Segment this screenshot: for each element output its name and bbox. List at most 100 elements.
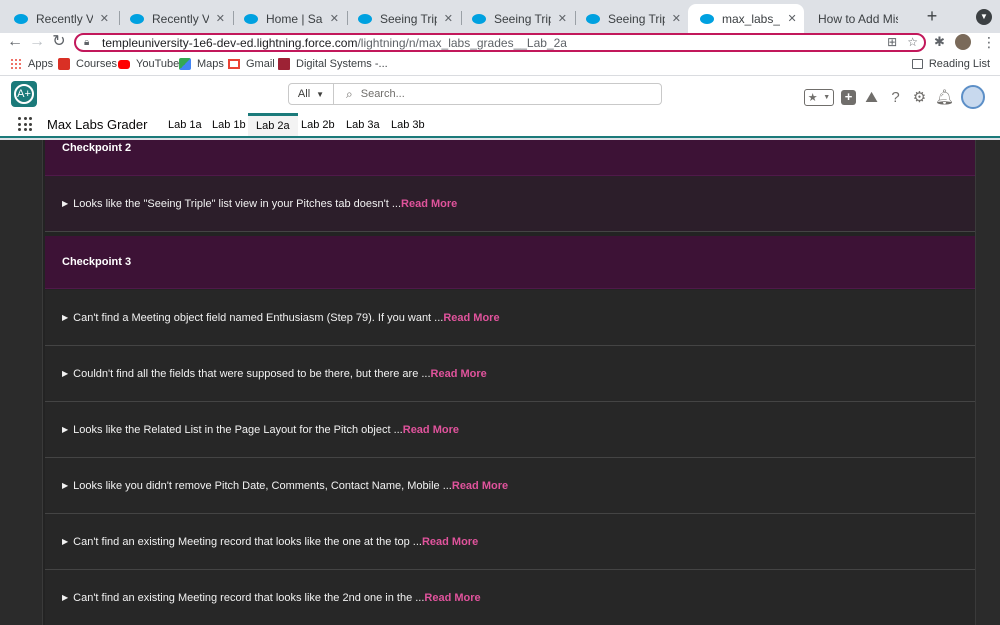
reading-list-button[interactable]: Reading List [911,58,990,70]
feedback-item[interactable]: ▶ Can't find an existing Meeting record … [45,514,975,570]
feedback-item[interactable]: ▶ Couldn't find all the fields that were… [45,346,975,402]
browser-tab[interactable]: Recently Viewed ✕ [2,4,116,33]
feedback-text: Can't find an existing Meeting record th… [73,591,425,604]
browser-tab[interactable]: Seeing Triple | Pit ✕ [346,4,460,33]
star-icon: ★ [807,91,818,104]
close-icon[interactable]: ✕ [443,12,454,25]
search-scope-label: All [297,88,311,100]
expand-triangle-icon[interactable]: ▶ [62,537,68,546]
url-host: templeuniversity-1e6-dev-ed.lightning.fo… [102,35,358,50]
close-icon[interactable]: ✕ [329,12,340,25]
feedback-text: Can't find an existing Meeting record th… [73,535,422,548]
favorites-button[interactable]: ★ ▼ [804,88,834,106]
expand-triangle-icon[interactable]: ▶ [62,481,68,490]
tab-lab-1a[interactable]: Lab 1a [160,113,210,136]
close-icon[interactable]: ✕ [786,12,798,25]
browser-tab-title: Seeing Triple | Pit [608,11,665,26]
feedback-item[interactable]: ▶ Can't find a Meeting object field name… [45,290,975,346]
read-more-link[interactable]: Read More [431,368,487,380]
back-arrow-icon[interactable]: ← [6,33,24,51]
bookmark-maps[interactable]: Maps [179,58,224,70]
browser-tab[interactable]: Seeing Triple | Pit ✕ [460,4,574,33]
bookmark-apps[interactable]: Apps [10,58,53,70]
bookmark-digital-systems[interactable]: Digital Systems -... [278,58,388,70]
forward-arrow-icon[interactable]: → [28,33,46,51]
read-more-link[interactable]: Read More [452,480,508,492]
maps-pin-icon [179,58,191,70]
expand-triangle-icon[interactable]: ▶ [62,593,68,602]
browser-tab[interactable]: Seeing Triple | Pit ✕ [574,4,688,33]
search-scope-dropdown[interactable]: All ▼ [289,84,334,104]
bookmark-label: Gmail [246,58,275,70]
browser-tab-strip: Recently Viewed ✕ Recently Viewed ✕ Home… [0,0,1000,33]
bookmark-label: Digital Systems -... [296,58,388,70]
bookmark-label: Apps [28,58,54,70]
expand-triangle-icon[interactable]: ▶ [62,313,68,322]
bookmark-courses[interactable]: Courses [58,58,117,70]
bookmark-gmail[interactable]: Gmail [228,58,275,70]
feedback-item[interactable]: ▶ Looks like the Related List in the Pag… [45,402,975,458]
tab-search-icon[interactable]: ▼ [976,9,992,25]
expand-triangle-icon[interactable]: ▶ [62,199,68,208]
read-more-link[interactable]: Read More [403,424,459,436]
feedback-item[interactable]: ▶ Looks like you didn't remove Pitch Dat… [45,458,975,514]
reload-icon[interactable]: ↻ [50,33,68,51]
browser-toolbar: ← → ↻ 🔒︎ templeuniversity-1e6-dev-ed.lig… [0,33,1000,55]
search-input[interactable]: Search... [361,88,405,100]
read-more-link[interactable]: Read More [424,592,480,604]
browser-tab-title: Recently Viewed [36,11,93,26]
apps-grid-icon [10,58,22,70]
gear-icon[interactable]: ⚙ [911,89,928,106]
browser-menu-icon[interactable]: ⋮ [982,34,996,51]
browser-tab[interactable]: Recently Viewed ✕ [118,4,232,33]
browser-tab-title: How to Add Missi [818,11,898,26]
new-tab-button[interactable]: + [922,6,942,26]
close-icon[interactable]: ✕ [671,12,682,25]
bookmark-youtube[interactable]: YouTube [118,58,179,70]
app-name: Max Labs Grader [47,117,148,132]
user-avatar[interactable] [961,85,985,109]
salesforce-cloud-icon [358,13,372,24]
close-icon[interactable]: ✕ [99,12,110,25]
extensions-puzzle-icon[interactable]: ✱ [934,34,945,50]
feedback-text: Can't find a Meeting object field named … [73,311,444,324]
tab-lab-3b[interactable]: Lab 3b [383,113,433,136]
browser-tab-title: Seeing Triple | Pit [380,11,437,26]
address-bar[interactable]: 🔒︎ templeuniversity-1e6-dev-ed.lightning… [74,33,926,52]
tab-lab-2b[interactable]: Lab 2b [293,113,343,136]
lock-icon[interactable]: 🔒︎ [84,37,94,48]
grades-panel: Checkpoint 2 ▶ Looks like the "Seeing Tr… [42,140,976,625]
search-icon: ⌕ [346,86,353,101]
qr-code-icon[interactable]: ⊞ [887,35,897,49]
tab-lab-3a[interactable]: Lab 3a [338,113,388,136]
global-actions-button[interactable]: + [841,89,856,105]
bookmark-star-icon[interactable]: ☆ [907,35,918,49]
org-logo[interactable]: A+ [11,81,37,107]
browser-tab[interactable]: Home | Salesforce ✕ [232,4,346,33]
expand-triangle-icon[interactable]: ▶ [62,425,68,434]
browser-tab-active[interactable]: max_labs_grades ✕ [688,4,804,33]
temple-logo-icon [278,58,290,70]
profile-avatar[interactable] [955,34,971,50]
browser-tab-title: Home | Salesforce [266,11,323,26]
tab-lab-2a[interactable]: Lab 2a [248,113,298,136]
feedback-item[interactable]: ▶ Can't find an existing Meeting record … [45,570,975,625]
read-more-link[interactable]: Read More [443,312,499,324]
trailhead-icon[interactable]: ⛰ [863,89,880,106]
app-navigation-bar: Max Labs Grader Lab 1a Lab 1b Lab 2a Lab… [0,113,1000,138]
read-more-link[interactable]: Read More [401,198,457,210]
help-icon[interactable]: ? [887,89,904,106]
read-more-link[interactable]: Read More [422,536,478,548]
close-icon[interactable]: ✕ [557,12,568,25]
expand-triangle-icon[interactable]: ▶ [62,369,68,378]
reading-list-label: Reading List [928,58,990,70]
salesforce-cloud-icon [244,13,258,24]
tab-lab-1b[interactable]: Lab 1b [204,113,254,136]
notifications-bell-icon[interactable]: 🔔︎ [935,89,954,106]
feedback-item[interactable]: ▶ Looks like the "Seeing Triple" list vi… [45,176,975,232]
app-launcher-icon[interactable] [18,117,32,131]
checkpoint-header: Checkpoint 2 [45,140,975,176]
close-icon[interactable]: ✕ [215,12,226,25]
browser-tab[interactable]: How to Add Missi [806,4,918,33]
feedback-text: Couldn't find all the fields that were s… [73,367,431,380]
